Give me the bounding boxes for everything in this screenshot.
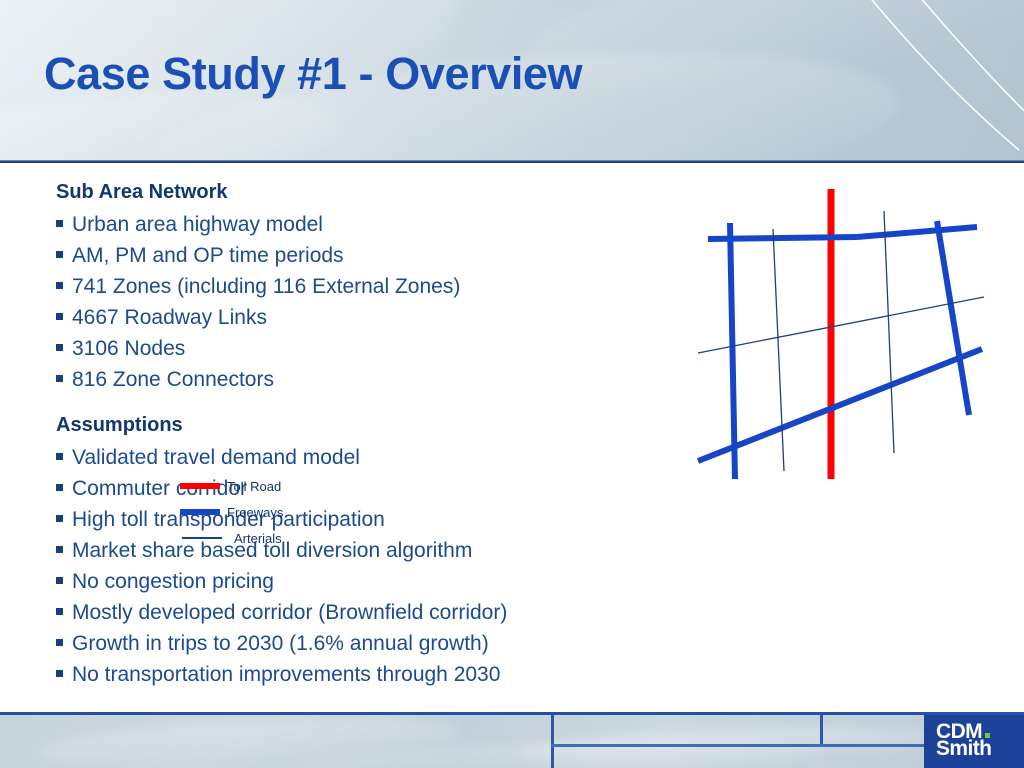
list-item-label: Urban area highway model [72, 213, 323, 236]
list-item: 3106 Nodes [56, 333, 676, 364]
list-item: Market share based toll diversion algori… [56, 535, 676, 566]
list-item: Mostly developed corridor (Brownfield co… [56, 597, 676, 628]
footer-wisp-decoration [39, 715, 461, 768]
bullet-list: Validated travel demand model Commuter c… [56, 442, 676, 690]
arterial-swatch-icon [182, 537, 222, 539]
network-link-arterial-2 [883, 210, 895, 454]
square-bullet-icon [56, 251, 63, 258]
list-item: No transportation improvements through 2… [56, 659, 676, 690]
square-bullet-icon [56, 546, 63, 553]
group-heading: Sub Area Network [56, 181, 228, 203]
toll-road-swatch-icon [180, 483, 220, 489]
list-item-label: Mostly developed corridor (Brownfield co… [72, 601, 508, 624]
square-bullet-icon [56, 375, 63, 382]
network-diagram [696, 189, 985, 480]
cdm-smith-logo: CDM Smith [924, 715, 1024, 768]
square-bullet-icon [56, 577, 63, 584]
list-item-label: No transportation improvements through 2… [72, 663, 501, 686]
list-item: Commuter corridor [56, 473, 676, 504]
list-item: 741 Zones (including 116 External Zones) [56, 271, 676, 302]
network-link-freeway-5 [696, 346, 984, 464]
logo-accent-dot-icon [985, 733, 990, 738]
presentation-slide: Case Study #1 - Overview Sub Area Networ… [0, 0, 1024, 768]
map-legend: Toll Road Freeways Arterials [180, 473, 310, 551]
list-item: No congestion pricing [56, 566, 676, 597]
header-wisp-decoration [514, 0, 1024, 119]
square-bullet-icon [56, 670, 63, 677]
legend-item-arterials: Arterials [180, 525, 310, 551]
footer-wisp-decoration [299, 736, 821, 768]
list-item: AM, PM and OP time periods [56, 240, 676, 271]
square-bullet-icon [56, 313, 63, 320]
square-bullet-icon [56, 220, 63, 227]
slide-footer: CDM Smith [0, 712, 1024, 768]
footer-divider-left [551, 715, 554, 768]
slide-body: Sub Area Network Urban area highway mode… [0, 163, 1024, 712]
network-link-freeway-4 [934, 220, 972, 416]
square-bullet-icon [56, 639, 63, 646]
footer-horizontal-rule [551, 744, 924, 747]
square-bullet-icon [56, 484, 63, 491]
network-link-freeway-3 [727, 222, 738, 480]
bullet-list: Urban area highway model AM, PM and OP t… [56, 209, 676, 395]
square-bullet-icon [56, 608, 63, 615]
square-bullet-icon [56, 344, 63, 351]
list-item: Growth in trips to 2030 (1.6% annual gro… [56, 628, 676, 659]
group-heading: Assumptions [56, 414, 183, 436]
logo-line-2: Smith [936, 737, 992, 760]
network-link-freeway-2 [856, 224, 978, 240]
network-link-arterial-1 [772, 228, 785, 472]
legend-item-label: Arterials [234, 530, 282, 546]
list-item: Validated travel demand model [56, 442, 676, 473]
page-title: Case Study #1 - Overview [44, 48, 583, 99]
square-bullet-icon [56, 515, 63, 522]
list-item: 816 Zone Connectors [56, 364, 676, 395]
network-link-arterial-3 [697, 296, 985, 354]
list-item-label: 4667 Roadway Links [72, 306, 267, 329]
content-group-assumptions: Assumptions Validated travel demand mode… [56, 415, 676, 690]
header-arc-decoration [871, 0, 1024, 151]
list-item-label: Growth in trips to 2030 (1.6% annual gro… [72, 632, 489, 655]
legend-item-toll-road: Toll Road [180, 473, 310, 499]
footer-divider-right [820, 715, 823, 745]
content-group-sub-area-network: Sub Area Network Urban area highway mode… [56, 182, 676, 395]
list-item: 4667 Roadway Links [56, 302, 676, 333]
legend-item-label: Freeways [227, 504, 284, 520]
list-item-label: No congestion pricing [72, 570, 274, 593]
list-item-label: 3106 Nodes [72, 337, 186, 360]
legend-item-freeways: Freeways [180, 499, 310, 525]
legend-item-label: Toll Road [227, 478, 282, 494]
list-item: Urban area highway model [56, 209, 676, 240]
list-item-label: 741 Zones (including 116 External Zones) [72, 275, 461, 298]
square-bullet-icon [56, 453, 63, 460]
list-item: High toll transponder participation [56, 504, 676, 535]
list-item-label: 816 Zone Connectors [72, 368, 274, 391]
freeway-swatch-icon [180, 509, 220, 515]
square-bullet-icon [56, 282, 63, 289]
list-item-label: Validated travel demand model [72, 446, 360, 469]
list-item-label: AM, PM and OP time periods [72, 244, 344, 267]
content-column: Sub Area Network Urban area highway mode… [56, 182, 676, 690]
